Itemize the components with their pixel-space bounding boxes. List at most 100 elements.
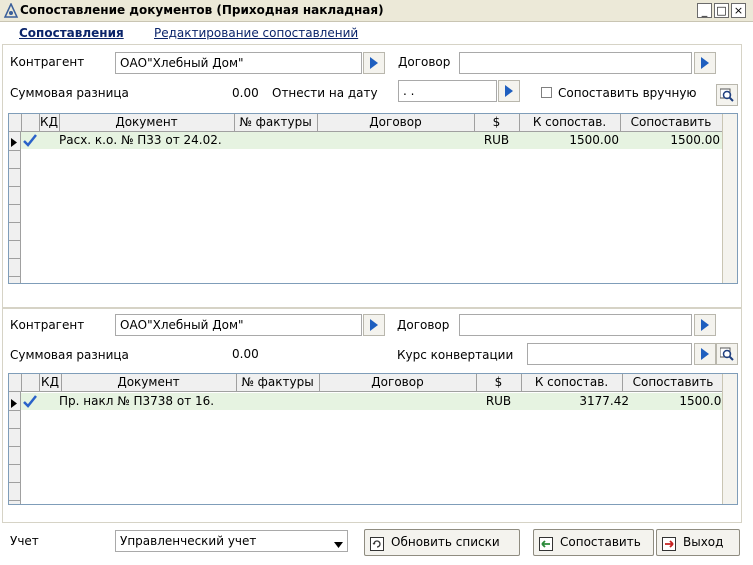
minimize-button[interactable]: _ [697, 3, 712, 18]
current-row-marker-icon [11, 397, 18, 411]
contract-label-bottom: Договор [397, 318, 450, 332]
sum-diff-label-bottom: Суммовая разница [10, 348, 129, 362]
header-invoice[interactable]: № фактуры [234, 114, 318, 131]
cell-to-match: 1500.00 [569, 133, 619, 147]
header-currency[interactable]: $ [474, 114, 520, 131]
counterparty-field[interactable]: ОАО"Хлебный Дом" [115, 52, 362, 74]
match-icon [539, 535, 553, 551]
arrow-right-icon [505, 85, 513, 97]
account-select[interactable]: Управленческий учет [115, 530, 348, 552]
header-document[interactable]: Документ [61, 374, 237, 391]
arrow-right-icon [701, 319, 709, 331]
header-kd[interactable]: КД [39, 114, 60, 131]
row-divider [9, 204, 20, 205]
counterparty-select-button-bottom[interactable] [363, 314, 385, 336]
contract-field-bottom[interactable] [459, 314, 692, 336]
header-currency[interactable]: $ [476, 374, 522, 391]
contract-select-button-bottom[interactable] [694, 314, 716, 336]
contract-select-button[interactable] [694, 52, 716, 74]
date-field[interactable]: . . [398, 80, 497, 102]
counterparty-label: Контрагент [10, 55, 85, 69]
header-contract[interactable]: Договор [319, 374, 477, 391]
app-icon [3, 2, 19, 19]
cell-match[interactable]: 1500.00 [620, 132, 720, 149]
tab-matches[interactable]: Сопоставления [19, 26, 124, 40]
exit-button[interactable]: Выход [656, 529, 740, 556]
row-divider [9, 186, 20, 187]
counterparty-field-bottom[interactable]: ОАО"Хлебный Дом" [115, 314, 362, 336]
counterparty-label-bottom: Контрагент [10, 318, 85, 332]
arrow-right-icon [701, 348, 709, 360]
date-select-button[interactable] [498, 80, 520, 102]
tab-edit-matches[interactable]: Редактирование сопоставлений [154, 26, 358, 40]
row-divider [9, 222, 20, 223]
header-check [21, 374, 40, 391]
top-search-button[interactable] [716, 84, 738, 106]
header-document[interactable]: Документ [59, 114, 235, 131]
rate-select-button[interactable] [694, 343, 716, 365]
bottom-grid-scrollbar[interactable] [722, 374, 737, 504]
cell-document: Пр. накл № П3738 от 16. [59, 394, 215, 408]
top-documents-grid: КД Документ № фактуры Договор $ К сопост… [8, 113, 738, 284]
account-label: Учет [10, 534, 39, 548]
row-divider [9, 446, 20, 447]
cell-contract [319, 393, 476, 410]
search-icon [720, 88, 734, 102]
cell-invoice [234, 132, 317, 149]
checkmark-icon[interactable] [23, 393, 39, 410]
header-match[interactable]: Сопоставить [622, 374, 725, 391]
exit-label: Выход [683, 535, 724, 549]
close-button[interactable]: × [731, 3, 746, 18]
sum-diff-label: Суммовая разница [10, 86, 129, 100]
match-button[interactable]: Сопоставить [533, 529, 654, 556]
cell-currency: RUB [485, 394, 512, 408]
manual-match-checkbox[interactable] [541, 87, 552, 98]
cell-invoice [236, 393, 319, 410]
match-label: Сопоставить [560, 535, 641, 549]
refresh-icon [370, 535, 384, 551]
header-to-match[interactable]: К сопостав. [519, 114, 621, 131]
row-divider [9, 276, 20, 277]
cell-document: Расх. к.о. № П33 от 24.02. [59, 133, 222, 147]
refresh-lists-button[interactable]: Обновить списки [364, 529, 520, 556]
manual-match-label: Сопоставить вручную [558, 86, 697, 100]
cell-contract [317, 132, 474, 149]
refresh-lists-label: Обновить списки [391, 535, 500, 549]
header-contract[interactable]: Договор [317, 114, 475, 131]
table-row[interactable]: Расх. к.о. № П33 от 24.02. RUB 1500.00 1… [21, 132, 723, 149]
contract-field[interactable] [459, 52, 692, 74]
row-divider [9, 482, 20, 483]
current-row-marker-icon [11, 136, 18, 150]
rate-field[interactable] [527, 343, 692, 365]
row-divider [9, 428, 20, 429]
top-grid-header: КД Документ № фактуры Договор $ К сопост… [9, 114, 737, 132]
bottom-documents-grid: КД Документ № фактуры Договор $ К сопост… [8, 373, 738, 505]
arrow-right-icon [370, 319, 378, 331]
header-invoice[interactable]: № фактуры [236, 374, 320, 391]
cell-to-match: 3177.42 [579, 394, 629, 408]
row-selector-column [9, 132, 21, 283]
table-row[interactable]: Пр. накл № П3738 от 16. RUB 3177.42 1500… [21, 393, 729, 410]
search-icon [720, 347, 734, 361]
bottom-search-button[interactable] [716, 343, 738, 365]
row-divider [9, 168, 20, 169]
row-divider [9, 258, 20, 259]
maximize-button[interactable]: □ [714, 3, 729, 18]
window-title: Сопоставление документов (Приходная накл… [20, 3, 384, 17]
header-kd[interactable]: КД [39, 374, 62, 391]
checkmark-icon[interactable] [23, 132, 39, 149]
cell-match[interactable]: 1500.00 [629, 393, 729, 410]
counterparty-select-button[interactable] [363, 52, 385, 74]
header-check [21, 114, 40, 131]
chevron-down-icon[interactable] [334, 537, 343, 551]
arrow-right-icon [370, 57, 378, 69]
top-grid-scrollbar[interactable] [722, 114, 737, 283]
rate-label: Курс конвертации [397, 348, 514, 362]
bottom-grid-header: КД Документ № фактуры Договор $ К сопост… [9, 374, 737, 392]
arrow-right-icon [701, 57, 709, 69]
cell-currency: RUB [483, 133, 510, 147]
sum-diff-value: 0.00 [232, 86, 259, 100]
header-to-match[interactable]: К сопостав. [521, 374, 623, 391]
row-divider [9, 464, 20, 465]
header-match[interactable]: Сопоставить [620, 114, 723, 131]
